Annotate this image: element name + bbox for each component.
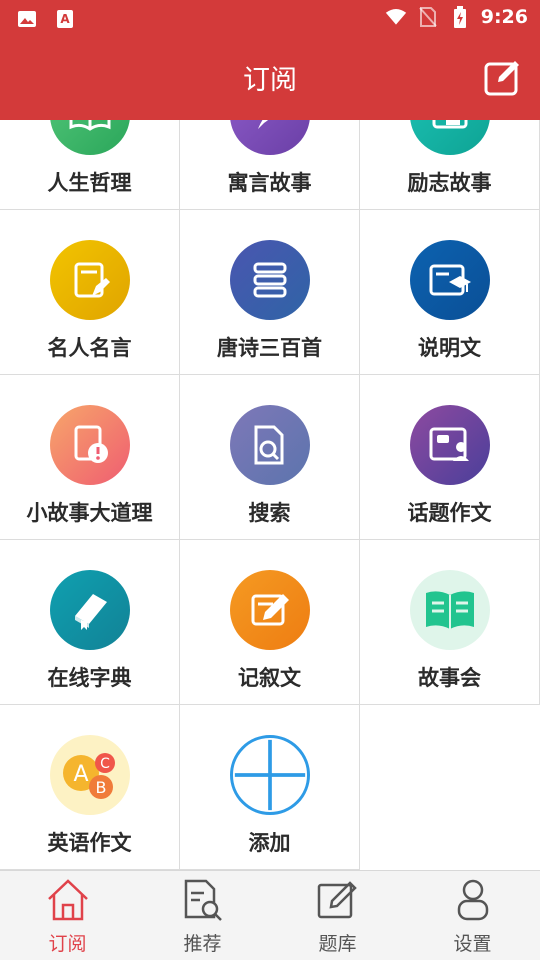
grid-item-label: 唐诗三百首 bbox=[217, 336, 322, 360]
grid-item-narrative-essay[interactable]: 记叙文 bbox=[180, 540, 360, 705]
grid-item-label: 寓言故事 bbox=[227, 171, 312, 195]
app-notification-icon: A bbox=[54, 8, 76, 30]
grid-item-label: 搜索 bbox=[248, 501, 291, 525]
nav-tab-settings[interactable]: 设置 bbox=[405, 871, 540, 960]
grid-item-label: 在线字典 bbox=[47, 666, 132, 690]
graduation-card-icon bbox=[410, 240, 490, 320]
edit-icon bbox=[317, 881, 357, 919]
thumbs-up-icon bbox=[410, 120, 490, 155]
grid-item-label: 记叙文 bbox=[238, 666, 301, 690]
grid-row: 人生哲理 寓言故事 励志故事 bbox=[0, 120, 540, 210]
grid-item-label: 励志故事 bbox=[407, 171, 492, 195]
bottom-navigation: 订阅 推荐 题库 设置 bbox=[0, 870, 540, 960]
search-doc-icon bbox=[184, 879, 222, 921]
nav-tab-label: 题库 bbox=[318, 933, 357, 955]
battery-charging-icon bbox=[449, 6, 471, 28]
grid-item-label: 故事会 bbox=[418, 666, 481, 690]
grid-item-expository-essay[interactable]: 说明文 bbox=[360, 210, 540, 375]
grid-item-inspirational-stories[interactable]: 励志故事 bbox=[360, 120, 540, 210]
nav-tab-label: 设置 bbox=[453, 933, 492, 955]
grid-item-tang-poems[interactable]: 唐诗三百首 bbox=[180, 210, 360, 375]
subscription-grid: 人生哲理 寓言故事 励志故事 名人名言 唐诗三百首 说明文 小故事大道理 搜索 … bbox=[0, 120, 540, 870]
app-header: 订阅 bbox=[0, 38, 540, 120]
grid-row: 小故事大道理 搜索 话题作文 bbox=[0, 375, 540, 540]
grid-item-online-dictionary[interactable]: 在线字典 bbox=[0, 540, 180, 705]
grid-item-add[interactable]: 添加 bbox=[180, 705, 360, 870]
pen-note-icon bbox=[50, 240, 130, 320]
grid-item-topic-essay[interactable]: 话题作文 bbox=[360, 375, 540, 540]
grid-item-label: 话题作文 bbox=[407, 501, 492, 525]
grid-item-label: 添加 bbox=[248, 831, 291, 855]
open-book-icon bbox=[410, 570, 490, 650]
nav-tab-subscribe[interactable]: 订阅 bbox=[0, 871, 135, 960]
svg-text:C: C bbox=[100, 756, 110, 772]
grid-item-label: 名人名言 bbox=[47, 336, 132, 360]
image-notification-icon bbox=[16, 8, 38, 30]
feather-icon bbox=[230, 120, 310, 155]
grid-item-fables[interactable]: 寓言故事 bbox=[180, 120, 360, 210]
grid-row: 在线字典 记叙文 故事会 bbox=[0, 540, 540, 705]
edit-button[interactable] bbox=[484, 58, 522, 96]
svg-text:A: A bbox=[60, 12, 70, 26]
grid-item-little-stories[interactable]: 小故事大道理 bbox=[0, 375, 180, 540]
status-time: 9:26 bbox=[480, 6, 528, 28]
grid-item-label: 人生哲理 bbox=[47, 171, 132, 195]
grid-item-search[interactable]: 搜索 bbox=[180, 375, 360, 540]
grid-item-life-philosophy[interactable]: 人生哲理 bbox=[0, 120, 180, 210]
status-bar: A 9:26 bbox=[0, 0, 540, 38]
grid-row: 名人名言 唐诗三百首 说明文 bbox=[0, 210, 540, 375]
nav-tab-question-bank[interactable]: 题库 bbox=[270, 871, 405, 960]
dictionary-icon bbox=[50, 570, 130, 650]
grid-item-famous-quotes[interactable]: 名人名言 bbox=[0, 210, 180, 375]
grid-row: ACB 英语作文 添加 bbox=[0, 705, 540, 870]
grid-item-label: 小故事大道理 bbox=[26, 501, 153, 525]
nav-tab-label: 推荐 bbox=[183, 933, 222, 955]
grid-item-label: 英语作文 bbox=[47, 831, 132, 855]
grid-item-label: 说明文 bbox=[418, 336, 481, 360]
svg-text:A: A bbox=[73, 762, 88, 787]
user-icon bbox=[457, 879, 489, 921]
svg-text:B: B bbox=[96, 778, 107, 797]
book-icon bbox=[50, 120, 130, 155]
nav-tab-recommend[interactable]: 推荐 bbox=[135, 871, 270, 960]
chat-person-icon bbox=[410, 405, 490, 485]
nav-tab-label: 订阅 bbox=[48, 933, 87, 955]
search-doc-icon bbox=[230, 405, 310, 485]
grid-item-story-club[interactable]: 故事会 bbox=[360, 540, 540, 705]
alert-note-icon bbox=[50, 405, 130, 485]
page-title: 订阅 bbox=[243, 65, 297, 96]
grid-item-english-essay[interactable]: ACB 英语作文 bbox=[0, 705, 180, 870]
plus-icon bbox=[230, 735, 310, 815]
edit-icon bbox=[484, 61, 519, 96]
pencil-note-icon bbox=[230, 570, 310, 650]
stack-icon bbox=[230, 240, 310, 320]
no-sim-icon bbox=[417, 6, 439, 28]
wifi-icon bbox=[385, 6, 407, 28]
grid-empty-cell bbox=[360, 705, 540, 870]
abc-icon: ACB bbox=[50, 735, 130, 815]
home-icon bbox=[48, 879, 88, 921]
